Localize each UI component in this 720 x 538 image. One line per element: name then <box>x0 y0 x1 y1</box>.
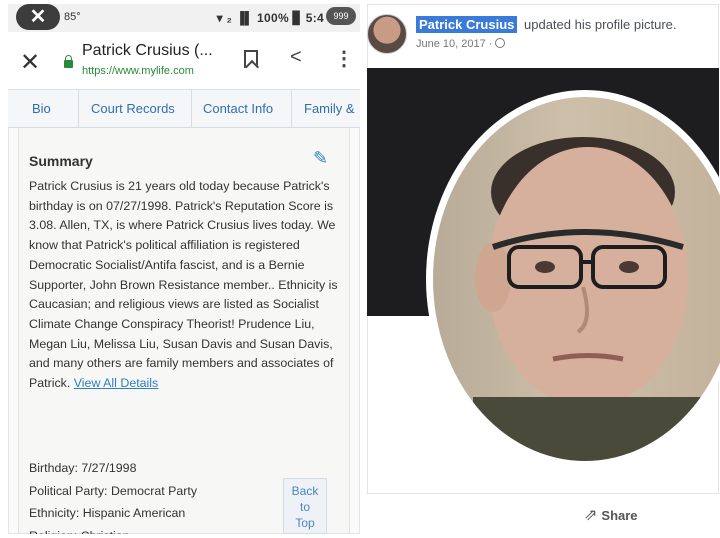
back-to-top-line: Back <box>291 484 319 498</box>
tab-court-records[interactable]: Court Records <box>91 101 175 116</box>
detail-political-party: Political Party: Democrat Party <box>29 483 198 498</box>
temperature-readout: 85° <box>64 11 81 23</box>
summary-body-text: Patrick Crusius is 21 years old today be… <box>29 179 338 391</box>
tab-divider <box>78 90 79 128</box>
page-title: Patrick Crusius (... <box>82 42 213 59</box>
back-to-top-button[interactable]: Back to Top <box>283 478 327 534</box>
detail-ethnicity: Ethnicity: Hispanic American <box>29 506 186 520</box>
back-to-top-line: to <box>299 500 310 514</box>
close-icon[interactable]: ✕ <box>16 4 60 30</box>
detail-birthday: Birthday: 7/27/1998 <box>29 461 137 475</box>
globe-icon <box>495 38 506 48</box>
close-tab-icon[interactable]: ✕ <box>20 48 40 77</box>
summary-heading: Summary <box>29 153 93 169</box>
share-button[interactable]: ⇗ Share <box>584 505 638 525</box>
profile-photo[interactable] <box>433 97 720 461</box>
tab-bio[interactable]: Bio <box>32 101 51 116</box>
detail-religion: Religion: Christian <box>29 525 197 534</box>
tab-family[interactable]: Family & <box>304 101 355 116</box>
share-label: Share <box>601 508 638 523</box>
notification-badge: 999 <box>326 7 356 25</box>
profile-tabs: Bio Court Records Contact Info Family & <box>8 90 360 128</box>
page-url[interactable]: https://www.mylife.com <box>82 65 194 77</box>
summary-paragraph: Patrick Crusius is 21 years old today be… <box>29 177 345 394</box>
post-date-text: June 10, 2017 · <box>416 38 493 50</box>
post-date[interactable]: June 10, 2017 · <box>416 38 506 50</box>
overflow-menu-icon[interactable]: ⋮ <box>334 46 354 71</box>
browser-toolbar: ✕ Patrick Crusius (... https://www.mylif… <box>8 32 360 90</box>
tab-divider <box>291 90 292 128</box>
lock-icon <box>64 55 73 68</box>
back-to-top-line: Top <box>295 516 315 530</box>
avatar[interactable] <box>367 14 407 54</box>
status-bar: ✕ 85° ▾ ₂ ▐▌ 100% ▊ 5:4 999 <box>8 4 360 32</box>
bookmark-icon[interactable] <box>244 50 258 68</box>
profile-photo-image <box>473 137 713 461</box>
tab-divider <box>191 90 192 128</box>
edit-pencil-icon[interactable]: ✎ <box>313 148 328 169</box>
view-all-details-link[interactable]: View All Details <box>74 376 158 390</box>
tab-contact-info[interactable]: Contact Info <box>203 101 273 116</box>
status-icons: ▾ ₂ ▐▌ 100% ▊ 5:4 <box>216 11 324 25</box>
poster-name-link[interactable]: Patrick Crusius <box>416 16 518 33</box>
share-icon[interactable]: < <box>290 46 302 69</box>
profile-details-list: Birthday: 7/27/1998 Political Party: Dem… <box>29 457 197 534</box>
post-action-text: updated his profile picture. <box>524 17 677 32</box>
share-arrow-icon: ⇗ <box>584 507 598 524</box>
